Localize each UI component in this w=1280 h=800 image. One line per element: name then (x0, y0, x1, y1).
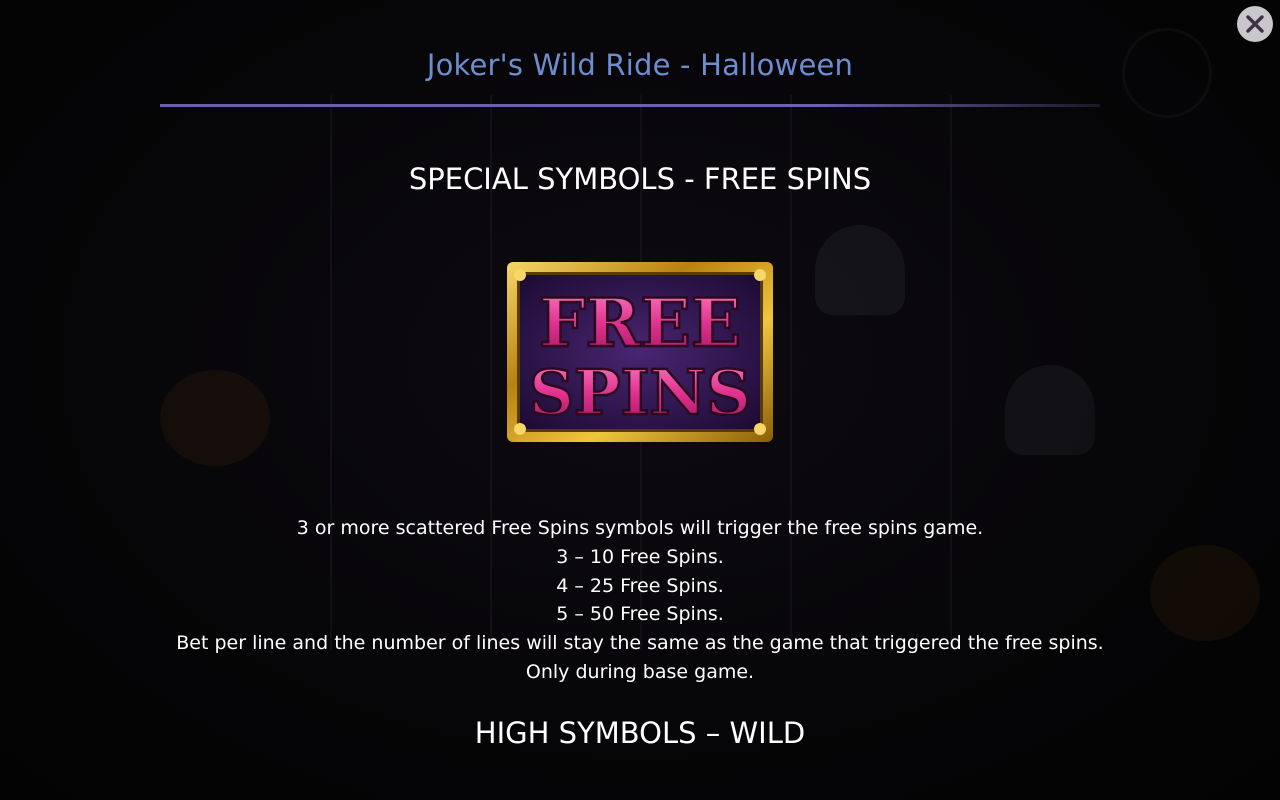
free-spins-description: 3 or more scattered Free Spins symbols w… (0, 514, 1280, 687)
description-line: Bet per line and the number of lines wil… (176, 632, 1104, 655)
description-line: 3 – 10 Free Spins. (556, 545, 724, 568)
free-spins-line2: SPINS (529, 356, 751, 429)
free-spins-symbol: FREE SPINS (507, 262, 773, 442)
title-divider (160, 104, 1100, 107)
description-line: 3 or more scattered Free Spins symbols w… (296, 517, 984, 539)
section-heading: HIGH SYMBOLS – WILD (474, 716, 806, 750)
close-icon (1246, 15, 1264, 33)
description-line: 5 – 50 Free Spins. (556, 603, 724, 626)
paytable-screen: Joker's Wild Ride - Halloween SPECIAL SY… (0, 0, 1280, 800)
close-button[interactable] (1237, 6, 1273, 42)
dialog-title: Joker's Wild Ride - Halloween (426, 48, 854, 82)
free-spins-line1: FREE (539, 284, 741, 362)
bg-pumpkin-symbol (160, 370, 270, 466)
description-line: Only during base game. (525, 660, 755, 683)
bg-ghost-symbol (1005, 365, 1095, 455)
section-heading: SPECIAL SYMBOLS - FREE SPINS (408, 162, 872, 196)
description-line: 4 – 25 Free Spins. (556, 574, 724, 597)
bg-lines-badge (1122, 28, 1212, 118)
bg-ghost-symbol (815, 225, 905, 315)
